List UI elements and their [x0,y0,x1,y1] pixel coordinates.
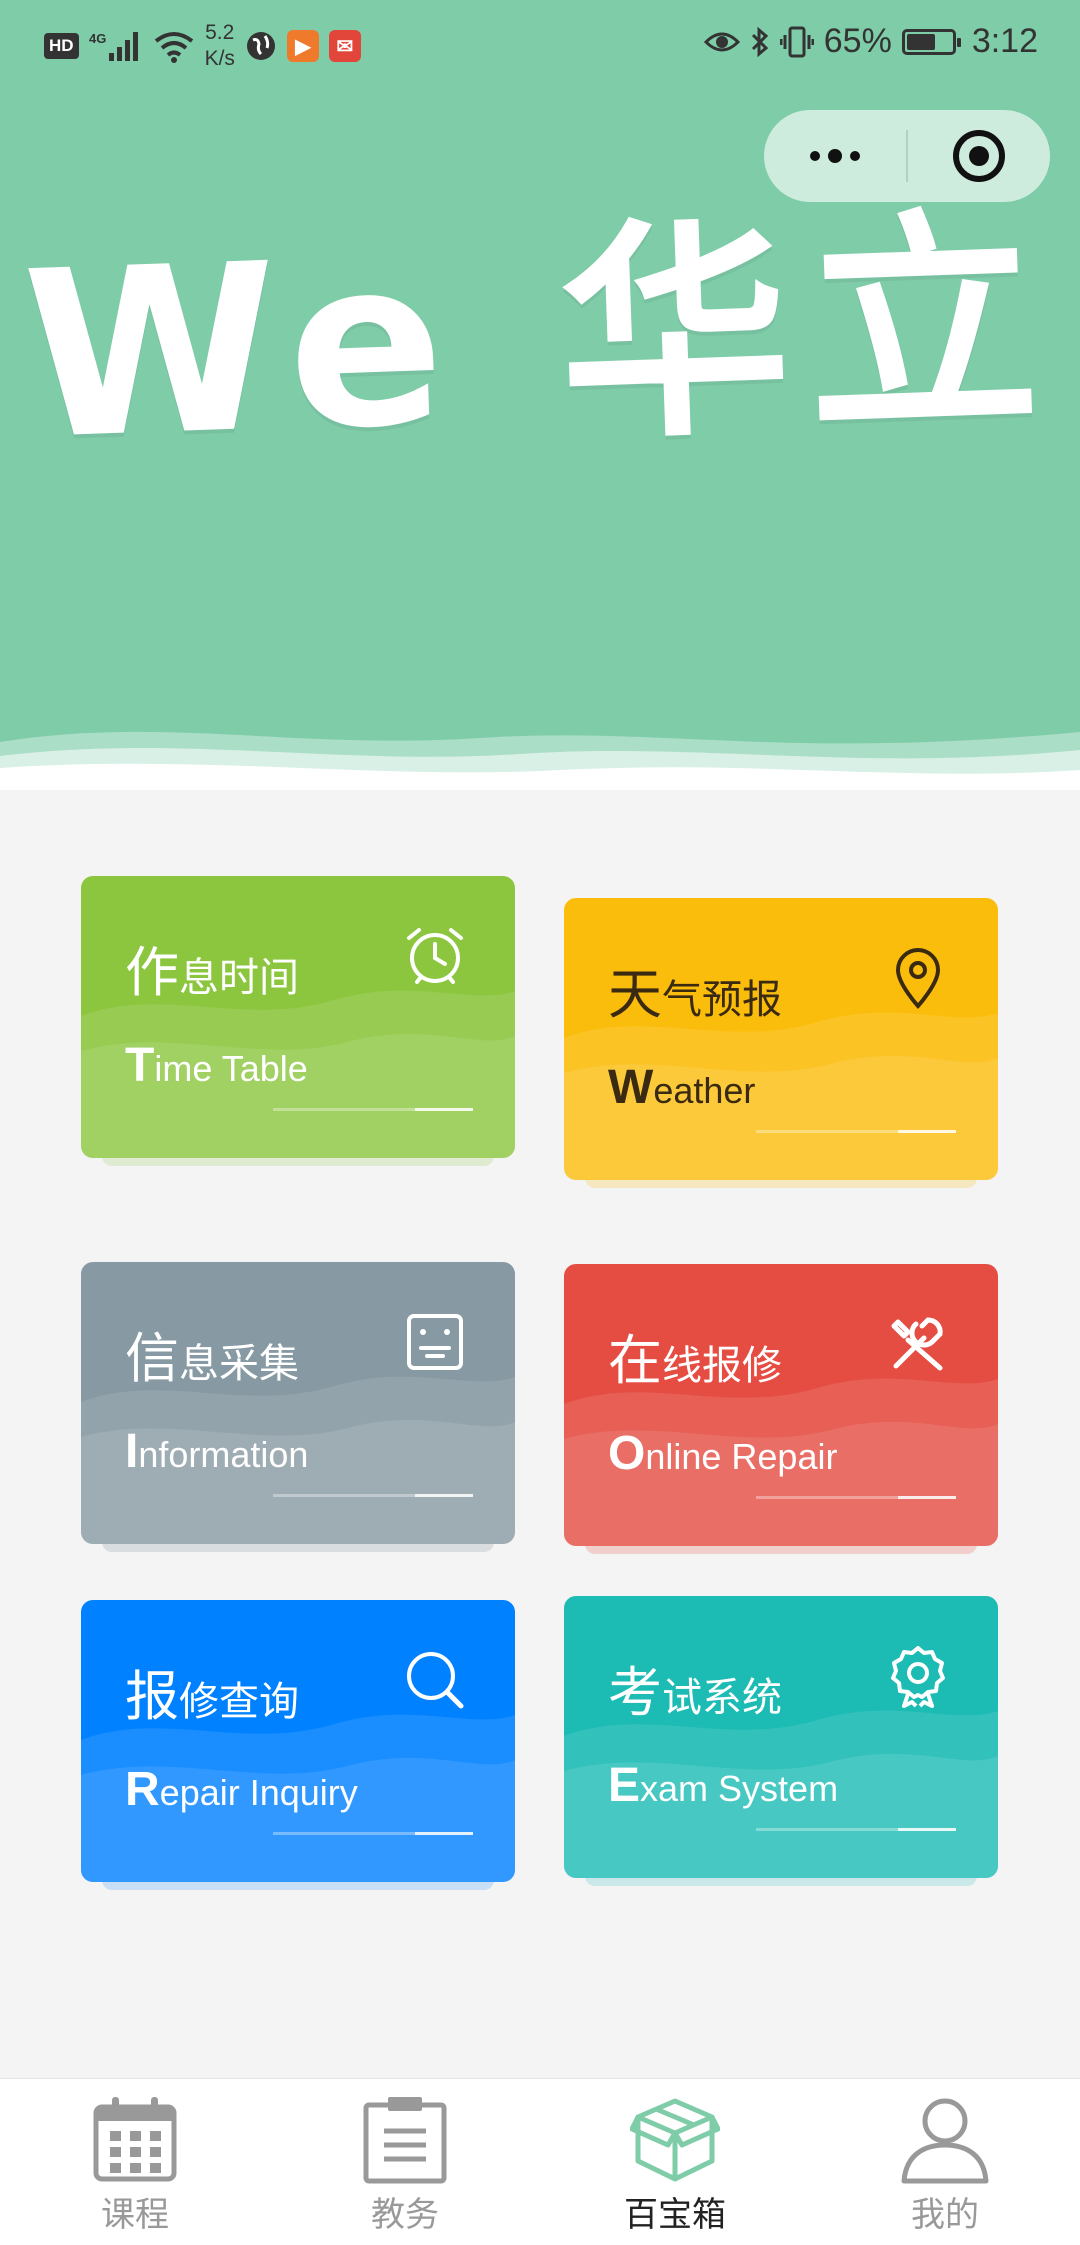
badge-icon [891,1646,945,1708]
card-underline [756,1496,956,1499]
app-title: We 华立 [19,188,1061,491]
tab-profile[interactable]: 我的 [810,2079,1080,2245]
tab-label: 我的 [911,2195,979,2235]
header-banner: We 华立 [0,0,1080,790]
card-wave-decoration [81,1376,515,1544]
card-title-cn: 天气预报 [608,963,782,1026]
card-title-en: Exam System [608,1759,839,1812]
card-underline [273,1494,473,1497]
more-dot-icon [850,151,860,161]
battery-level [906,33,936,50]
card-online-repair[interactable]: 在线报修 Online Repair [564,1264,998,1546]
target-close-icon [953,130,1005,182]
card-title-cn: 报修查询 [125,1665,299,1728]
header-wave [0,731,1080,790]
user-icon [901,2098,989,2184]
card-underline [756,1130,956,1133]
card-underline [273,1108,473,1111]
card-title-cn: 考试系统 [608,1661,782,1724]
info-form-icon [407,1314,463,1370]
speed-unit: K/s [204,47,235,70]
svg-text:4G: 4G [89,31,106,46]
close-mini-program-button[interactable] [908,110,1050,202]
wifi-icon [154,32,193,63]
speed-value: 5.2 [205,21,235,44]
clipboard-icon [363,2097,447,2184]
search-icon [407,1652,464,1709]
mail-app-icon: ✉ [328,30,361,62]
tab-courses[interactable]: 课程 [0,2079,270,2245]
card-wave-decoration [81,1714,515,1882]
vibrate-icon [779,26,814,57]
tab-label: 教务 [371,2195,439,2235]
card-title-cn: 在线报修 [608,1329,782,1392]
more-dot-icon [828,149,842,163]
card-title-en: Online Repair [608,1427,838,1480]
tab-toolbox[interactable]: 百宝箱 [540,2079,810,2245]
hd-indicator: HD [44,33,79,59]
more-dot-icon [810,151,820,161]
card-underline [756,1828,956,1831]
calendar-icon [93,2097,177,2182]
card-wave-decoration [564,1012,998,1180]
battery-icon [901,28,961,55]
card-repair-inquiry[interactable]: 报修查询 Repair Inquiry [81,1600,515,1882]
card-underline [273,1832,473,1835]
tab-academic[interactable]: 教务 [270,2079,540,2245]
bluetooth-icon [751,26,768,57]
mini-program-capsule [764,110,1050,202]
network-speed: 5.2 K/s [205,20,235,72]
card-wave-decoration [564,1710,998,1878]
card-wave-decoration [564,1378,998,1546]
card-time-table[interactable]: 作息时间 Time Table [81,876,515,1158]
card-information[interactable]: 信息采集 Information [81,1262,515,1544]
globe-icon [246,32,275,60]
tab-label: 课程 [101,2195,169,2235]
signal-icon: 4G [89,31,138,61]
card-weather[interactable]: 天气预报 Weather [564,898,998,1180]
video-app-icon: ▶ [286,30,319,62]
card-title-en: Information [125,1425,309,1478]
alarm-clock-icon [407,928,463,984]
bottom-tab-bar: 课程 教务 百宝箱 我的 [0,2078,1080,2245]
battery-percent: 65% [823,22,892,60]
location-pin-icon [895,948,941,1009]
more-menu-button[interactable] [764,110,906,202]
eye-icon [703,32,740,51]
card-wave-decoration [81,990,515,1158]
card-title-en: Repair Inquiry [125,1763,358,1816]
status-bar: HD 4G 5.2 K/s ▶ ✉ 65% 3:12 [0,0,1080,86]
card-title-cn: 信息采集 [125,1327,299,1390]
card-title-en: Weather [608,1061,756,1114]
box-icon [630,2098,720,2182]
tab-label: 百宝箱 [624,2195,726,2235]
card-exam-system[interactable]: 考试系统 Exam System [564,1596,998,1878]
card-title-en: Time Table [125,1039,308,1092]
clock: 3:12 [971,22,1038,60]
card-title-cn: 作息时间 [125,941,299,1004]
tools-icon [891,1317,943,1371]
